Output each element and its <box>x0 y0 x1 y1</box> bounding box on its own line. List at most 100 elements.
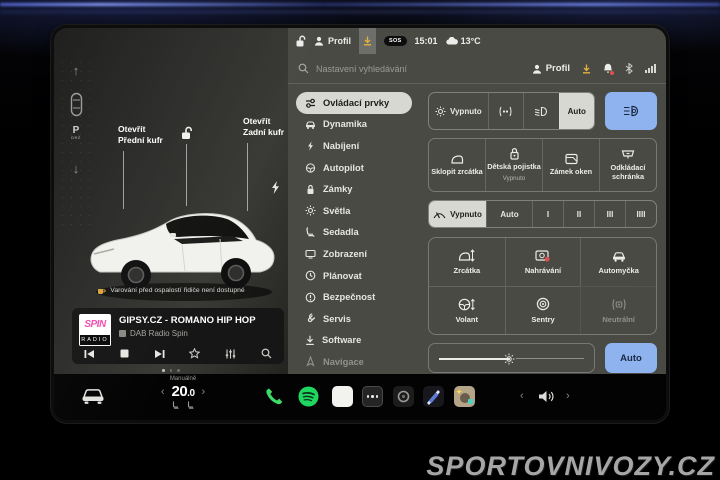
previous-track-button[interactable] <box>84 349 95 359</box>
driver-warning-toast: Varování před ospalostí řidiče není dost… <box>54 286 288 295</box>
brightness-sun-icon[interactable] <box>503 353 515 365</box>
high-beam-icon <box>623 105 639 117</box>
menu-item-navigation[interactable]: Navigace <box>296 351 412 373</box>
menu-item-autopilot[interactable]: Autopilot <box>296 157 412 179</box>
media-source: DAB Radio Spin <box>119 329 188 338</box>
menu-item-software[interactable]: Software <box>296 330 412 352</box>
dashcam-app-icon[interactable] <box>393 386 414 407</box>
glovebox-button[interactable]: Odkládací schránka <box>599 139 656 191</box>
wiper-mode-segment: Vypnuto Auto I II III IIII <box>428 200 657 228</box>
menu-item-seats[interactable]: Sedadla <box>296 222 412 244</box>
media-player-card[interactable]: SPIN RADIO GIPSY.CZ - ROMANO HIP HOP DAB… <box>72 308 284 364</box>
headlights-auto-option[interactable]: Auto <box>559 93 594 129</box>
profile-status[interactable]: Profil <box>314 36 351 46</box>
open-rear-trunk-button[interactable]: Otevřít Zadní kufr <box>243 116 284 138</box>
headlight-mode-segment: Vypnuto Auto <box>428 92 595 130</box>
low-beam-icon <box>534 106 548 117</box>
window-lock-button[interactable]: Zámek oken <box>542 139 599 191</box>
carwash-button[interactable]: Automyčka <box>580 238 656 286</box>
car-status-view: ↑ P DRŽ ↓ Otevřít Přední kufr <box>54 28 288 374</box>
person-icon <box>314 36 324 46</box>
car-menu-button[interactable] <box>80 387 106 405</box>
open-front-trunk-button[interactable]: Otevřít Přední kufr <box>118 124 163 146</box>
low-beam-option[interactable] <box>523 93 558 129</box>
media-search-button[interactable] <box>261 348 272 359</box>
steering-adjust-button[interactable]: Volant <box>429 286 505 334</box>
cabin-temperature[interactable]: 20.0 <box>171 383 194 400</box>
menu-item-schedule[interactable]: Plánovat <box>296 265 412 287</box>
theater-app-icon[interactable] <box>423 386 444 407</box>
unlock-icon[interactable] <box>180 126 193 140</box>
wipers-speed-1[interactable]: I <box>532 201 563 227</box>
next-track-button[interactable] <box>154 349 165 359</box>
menu-item-controls[interactable]: Ovládací prvky <box>296 92 412 114</box>
sos-badge[interactable]: SOS <box>384 36 407 46</box>
settings-menu: Ovládací prvky Dynamika Nabíjení Autopil… <box>288 84 424 374</box>
seat-heater-left-icon[interactable] <box>172 401 180 409</box>
notifications-bell-icon[interactable] <box>603 63 613 74</box>
dash-light-streak-2 <box>0 11 720 13</box>
carwash-icon <box>611 250 627 262</box>
toybox-app-icon[interactable] <box>454 386 475 407</box>
dashcam-recording-button[interactable]: Nahrávání <box>505 238 581 286</box>
parking-lights-icon <box>498 106 513 117</box>
mirror-icon <box>450 153 465 165</box>
sentry-mode-button[interactable]: Sentry <box>505 286 581 334</box>
tesla-touchscreen: ↑ P DRŽ ↓ Otevřít Přední kufr <box>54 28 666 420</box>
climate-mode-label: Manuálně <box>146 376 220 382</box>
wipers-speed-2[interactable]: II <box>563 201 594 227</box>
menu-item-service[interactable]: Servis <box>296 308 412 330</box>
settings-search-bar[interactable]: Nastavení vyhledávání Profil <box>288 54 666 84</box>
mirror-adjust-icon <box>458 249 475 262</box>
menu-item-locks[interactable]: Zámky <box>296 178 412 200</box>
equalizer-button[interactable] <box>225 349 236 359</box>
menu-item-lights[interactable]: Světla <box>296 200 412 222</box>
profile-button[interactable]: Profil <box>532 63 570 74</box>
software-update-strip[interactable] <box>359 28 376 54</box>
menu-item-display[interactable]: Zobrazení <box>296 243 412 265</box>
temp-decrease-chevron[interactable]: ‹ <box>161 386 165 398</box>
clock: 15:01 <box>415 36 438 46</box>
all-apps-button[interactable] <box>362 386 383 407</box>
album-art-spin-text: SPIN <box>79 314 111 335</box>
mirrors-adjust-button[interactable]: Zrcátka <box>429 238 505 286</box>
child-lock-icon <box>509 147 520 160</box>
bluetooth-icon[interactable] <box>625 63 633 74</box>
seat-heater-right-icon[interactable] <box>187 401 195 409</box>
wipers-speed-3[interactable]: III <box>594 201 625 227</box>
window-icon <box>565 153 578 165</box>
temp-increase-chevron[interactable]: › <box>202 386 206 398</box>
phone-app-icon[interactable] <box>264 386 284 406</box>
menu-item-dynamics[interactable]: Dynamika <box>296 114 412 136</box>
wipers-off-option[interactable]: Vypnuto <box>429 201 486 227</box>
wipers-auto-option[interactable]: Auto <box>486 201 532 227</box>
unlocked-status-icon[interactable] <box>295 35 306 47</box>
menu-item-safety[interactable]: Bezpečnost <box>296 286 412 308</box>
stop-button[interactable] <box>120 349 129 358</box>
neutral-mode-button[interactable]: Neutrální <box>580 286 656 334</box>
software-update-icon[interactable] <box>582 64 591 74</box>
high-beam-button[interactable] <box>605 92 657 130</box>
notes-app-icon[interactable] <box>332 386 353 407</box>
volume-up-chevron[interactable]: › <box>566 390 570 402</box>
brightness-auto-button[interactable]: Auto <box>605 343 657 373</box>
child-lock-button[interactable]: Dětská pojistka Vypnuto <box>485 139 542 191</box>
fold-mirrors-button[interactable]: Sklopit zrcátka <box>429 139 485 191</box>
parking-lights-option[interactable] <box>488 93 523 129</box>
volume-down-chevron[interactable]: ‹ <box>520 390 524 402</box>
menu-item-charging[interactable]: Nabíjení <box>296 135 412 157</box>
sentry-icon <box>536 297 550 311</box>
dealer-watermark: SPORTOVNIVOZY.CZ <box>426 451 715 480</box>
source-chip-icon <box>119 330 126 337</box>
brightness-slider[interactable] <box>428 343 595 373</box>
status-bar: Profil SOS 15:01 13°C <box>288 28 666 54</box>
favorite-star-button[interactable] <box>189 348 200 359</box>
wipers-speed-4[interactable]: IIII <box>625 201 656 227</box>
media-page-dots[interactable] <box>54 369 288 372</box>
volume-icon[interactable] <box>538 389 556 404</box>
spotify-app-icon[interactable] <box>298 386 319 407</box>
album-art-radio-text: RADIO <box>79 335 111 346</box>
climate-control[interactable]: Manuálně ‹ 20.0 › <box>146 376 220 409</box>
album-art: SPIN RADIO <box>79 314 111 346</box>
headlights-off-option[interactable]: Vypnuto <box>429 93 488 129</box>
